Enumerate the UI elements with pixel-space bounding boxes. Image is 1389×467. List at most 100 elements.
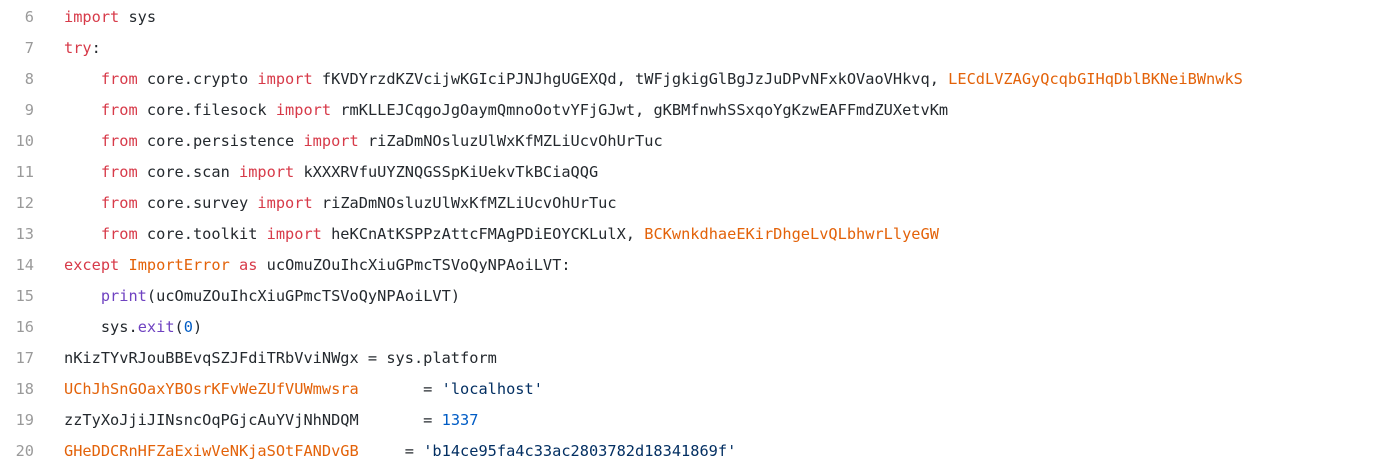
code-token: 1337: [441, 411, 479, 429]
code-token: from: [100, 225, 138, 243]
code-token: riZaDmNOsluzUlWxKfMZLiUcvOhUrTuc: [312, 194, 617, 212]
code-line[interactable]: 15 print(ucOmuZOuIhcXiuGPmcTSVoQyNPAoiLV…: [0, 281, 1389, 312]
line-number: 20: [15, 442, 34, 460]
code-token: 0: [183, 318, 193, 336]
code-token: ImportError: [128, 256, 230, 274]
code-line[interactable]: 12 from core.survey import riZaDmNOsluzU…: [0, 188, 1389, 219]
code-line[interactable]: 13 from core.toolkit import heKCnAtKSPPz…: [0, 219, 1389, 250]
code-text: print(ucOmuZOuIhcXiuGPmcTSVoQyNPAoiLVT): [64, 281, 460, 312]
code-token: print: [100, 287, 147, 305]
code-token: sys: [119, 8, 157, 26]
code-token: core.toolkit: [137, 225, 267, 243]
code-line[interactable]: 8 from core.crypto import fKVDYrzdKZVcij…: [0, 64, 1389, 95]
line-number: 14: [15, 256, 34, 274]
code-token: import: [303, 132, 359, 150]
code-token: as: [239, 256, 258, 274]
code-token: fKVDYrzdKZVcijwKGIciPJNJhgUGEXQd, tWFjgk…: [312, 70, 949, 88]
code-text: import sys: [64, 2, 156, 33]
code-token: nKizTYvRJouBBEvqSZJFdiTRbVviNWgx = sys.p…: [64, 349, 497, 367]
line-number: 18: [15, 380, 34, 398]
code-text: from core.crypto import fKVDYrzdKZVcijwK…: [64, 64, 1243, 95]
line-number: 15: [15, 287, 34, 305]
code-token: zzTyXoJjiJINsncOqPGjcAuYVjNhNDQM: [64, 411, 359, 429]
line-number: 10: [15, 132, 34, 150]
code-token: kXXXRVfuUYZNQGSSpKiUekvTkBCiaQQG: [294, 163, 599, 181]
code-token: core.persistence: [137, 132, 304, 150]
code-line[interactable]: 20 GHeDDCRnHFZaExiwVeNKjaSOtFANDvGB = 'b1…: [0, 436, 1389, 467]
code-text: from core.filesock import rmKLLEJCqgoJgO…: [64, 95, 948, 126]
code-token: from: [100, 101, 138, 119]
line-number: 13: [15, 225, 34, 243]
code-token: UChJhSnGOaxYBOsrKFvWeZUfVUWmwsra: [64, 380, 359, 398]
code-token: import: [266, 225, 322, 243]
code-token: import: [239, 163, 295, 181]
code-token: riZaDmNOsluzUlWxKfMZLiUcvOhUrTuc: [358, 132, 663, 150]
code-token: =: [358, 411, 442, 429]
code-text: from core.toolkit import heKCnAtKSPPzAtt…: [64, 219, 939, 250]
code-token: except: [64, 256, 120, 274]
code-text: except ImportError as ucOmuZOuIhcXiuGPmc…: [64, 250, 571, 281]
line-number: 16: [15, 318, 34, 336]
code-text: try:: [64, 33, 101, 64]
code-token: core.scan: [137, 163, 239, 181]
code-token: import: [275, 101, 332, 119]
code-editor[interactable]: 6 import sys 7 try: 8 from core.crypto impor…: [0, 0, 1389, 464]
code-line[interactable]: 9 from core.filesock import rmKLLEJCqgoJ…: [0, 95, 1389, 126]
code-token: 'localhost': [441, 380, 543, 398]
code-text: zzTyXoJjiJINsncOqPGjcAuYVjNhNDQM = 1337: [64, 405, 478, 436]
line-number: 12: [15, 194, 34, 212]
code-text: GHeDDCRnHFZaExiwVeNKjaSOtFANDvGB = 'b14c…: [64, 436, 736, 467]
line-number: 8: [24, 70, 34, 88]
line-number: 9: [24, 101, 34, 119]
code-line[interactable]: 6 import sys: [0, 2, 1389, 33]
code-token: from: [100, 194, 138, 212]
code-token: =: [358, 380, 442, 398]
code-token: from: [100, 163, 138, 181]
code-token: core.survey: [137, 194, 258, 212]
code-token: import: [64, 8, 120, 26]
code-text: nKizTYvRJouBBEvqSZJFdiTRbVviNWgx = sys.p…: [64, 343, 497, 374]
code-token: GHeDDCRnHFZaExiwVeNKjaSOtFANDvGB: [64, 442, 359, 460]
code-line[interactable]: 16 sys.exit(0): [0, 312, 1389, 343]
code-token: from: [100, 132, 138, 150]
code-text: sys.exit(0): [64, 312, 202, 343]
code-token: (ucOmuZOuIhcXiuGPmcTSVoQyNPAoiLVT): [146, 287, 461, 305]
code-line[interactable]: 19 zzTyXoJjiJINsncOqPGjcAuYVjNhNDQM = 133…: [0, 405, 1389, 436]
line-number: 7: [24, 39, 34, 57]
code-line[interactable]: 7 try:: [0, 33, 1389, 64]
code-line[interactable]: 10 from core.persistence import riZaDmNO…: [0, 126, 1389, 157]
code-token: ): [192, 318, 203, 336]
code-line[interactable]: 17 nKizTYvRJouBBEvqSZJFdiTRbVviNWgx = sys…: [0, 343, 1389, 374]
code-token: try: [64, 39, 92, 57]
code-token: core.filesock: [137, 101, 276, 119]
code-text: from core.persistence import riZaDmNOslu…: [64, 126, 663, 157]
code-line[interactable]: 14 except ImportError as ucOmuZOuIhcXiuGP…: [0, 250, 1389, 281]
line-number: 6: [24, 8, 34, 26]
code-text: from core.scan import kXXXRVfuUYZNQGSSpK…: [64, 157, 598, 188]
line-number: 19: [15, 411, 34, 429]
code-token: core.crypto: [137, 70, 258, 88]
code-token: sys.: [100, 318, 138, 336]
code-token: 'b14ce95fa4c33ac2803782d18341869f': [423, 442, 737, 460]
code-token: :: [91, 39, 101, 57]
code-token: import: [257, 194, 313, 212]
code-token: (: [174, 318, 184, 336]
code-text: UChJhSnGOaxYBOsrKFvWeZUfVUWmwsra = 'loca…: [64, 374, 543, 405]
code-token: rmKLLEJCqgoJgOaymQmnoOotvYFjGJwt, gKBMfn…: [331, 101, 949, 119]
code-token: ucOmuZOuIhcXiuGPmcTSVoQyNPAoiLVT:: [257, 256, 571, 274]
line-number: 17: [15, 349, 34, 367]
code-line[interactable]: 11 from core.scan import kXXXRVfuUYZNQGS…: [0, 157, 1389, 188]
code-token: LECdLVZAGyQcqbGIHqDblBKNeiBWnwkS: [948, 70, 1243, 88]
code-token: BCKwnkdhaeEKirDhgeLvQLbhwrLlyeGW: [644, 225, 939, 243]
code-token: =: [358, 442, 424, 460]
code-line[interactable]: 18 UChJhSnGOaxYBOsrKFvWeZUfVUWmwsra = 'lo…: [0, 374, 1389, 405]
line-number: 11: [15, 163, 34, 181]
